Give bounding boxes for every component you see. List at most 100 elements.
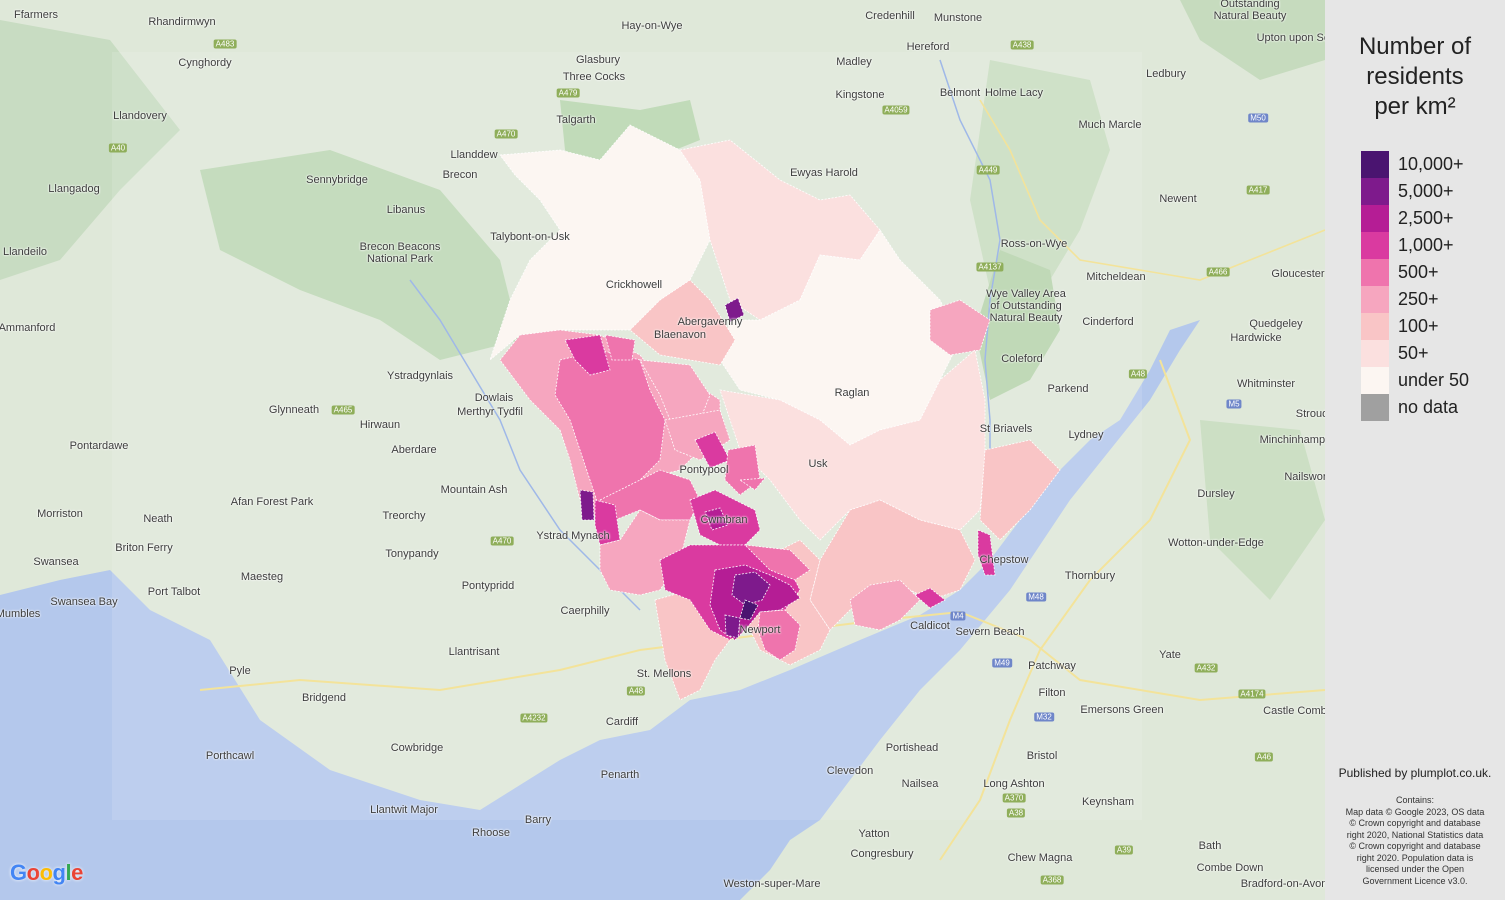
place-label: Credenhill: [865, 9, 915, 22]
place-label: Merthyr Tydfil: [457, 405, 523, 418]
legend-item: 1,000+: [1361, 232, 1469, 259]
place-label: Yatton: [858, 827, 890, 840]
place-label: Brecon Beacons National Park: [359, 240, 441, 265]
legend-label: 250+: [1398, 289, 1439, 309]
road-shield: A417: [1246, 185, 1270, 195]
road-shield: A4174: [1238, 689, 1266, 699]
map-view[interactable]: Ffarmers Rhandirmwyn Cynghordy Llandovery Ll…: [0, 0, 1325, 900]
region-5000-plus: [724, 614, 741, 639]
place-label: Briton Ferry: [115, 541, 173, 554]
legend-title-line: Number of: [1358, 33, 1472, 60]
place-label: Penarth: [600, 768, 640, 781]
place-label: Maesteg: [240, 570, 284, 583]
legend-swatch: [1361, 340, 1389, 367]
road-shield: A40: [108, 143, 128, 153]
legend-label: 10,000+: [1398, 154, 1464, 174]
road-shield: A438: [1010, 40, 1034, 50]
place-label: Munstone: [933, 11, 983, 24]
road-shield: A38: [1006, 808, 1026, 818]
place-label: Afan Forest Park: [230, 495, 314, 508]
road-shield: A48: [1128, 369, 1148, 379]
place-label: Aberdare: [391, 443, 437, 456]
region-5000-plus: [579, 489, 595, 521]
place-label: Hardwicke: [1230, 331, 1282, 344]
place-label: Emersons Green: [1080, 703, 1164, 716]
place-label: Minchinhampton: [1259, 433, 1325, 446]
google-logo-letter: e: [71, 860, 83, 885]
place-label: Talybont-on-Usk: [490, 230, 570, 243]
road-shield: M32: [1034, 712, 1054, 722]
road-shield: A370: [1002, 793, 1026, 803]
place-label: Keynsham: [1082, 795, 1134, 808]
place-label: Bridgend: [301, 691, 347, 704]
road-shield: A4137: [976, 262, 1004, 272]
place-label: Combe Down: [1196, 861, 1264, 874]
road-shield: A470: [494, 129, 518, 139]
place-label: Caldicot: [910, 619, 950, 632]
place-label: Llandovery: [113, 109, 167, 122]
place-label: Pontypridd: [461, 579, 515, 592]
place-label: Wye Valley Area of Outstanding Natural B…: [986, 287, 1066, 325]
legend-item: 5,000+: [1361, 178, 1469, 205]
legend-item: 100+: [1361, 313, 1469, 340]
place-label: Chew Magna: [1007, 851, 1073, 864]
place-label: Ewyas Harold: [790, 166, 858, 179]
place-label: Nailsea: [901, 777, 939, 790]
road-shield: A48: [626, 686, 646, 696]
legend-label: 2,500+: [1398, 208, 1454, 228]
google-logo: Google: [10, 860, 83, 886]
place-label: Belmont: [939, 86, 981, 99]
place-label: Three Cocks: [562, 70, 626, 83]
place-label: Outstanding Natural Beauty: [1213, 0, 1287, 22]
place-label: Hay-on-Wye: [621, 19, 683, 32]
road-shield: A470: [490, 536, 514, 546]
place-label: Congresbury: [850, 847, 914, 860]
place-label: Cynghordy: [178, 56, 232, 69]
road-shield: A466: [1206, 267, 1230, 277]
road-shield: M5: [1226, 399, 1242, 409]
place-label: Mumbles: [0, 607, 41, 620]
place-label: Hirwaun: [359, 418, 401, 431]
place-label: Parkend: [1047, 382, 1089, 395]
place-label: Bristol: [1026, 749, 1058, 762]
road-shield: A39: [1114, 845, 1134, 855]
legend-item: 50+: [1361, 340, 1469, 367]
google-logo-letter: o: [26, 860, 40, 885]
legend-label: no data: [1398, 397, 1459, 417]
legend-swatch: [1361, 367, 1389, 394]
legend-label: 50+: [1398, 343, 1429, 363]
legend-item: 250+: [1361, 286, 1469, 313]
place-label: Thornbury: [1064, 569, 1116, 582]
legend-label: under 50: [1398, 370, 1470, 390]
place-label: Pyle: [229, 664, 251, 677]
place-label: Stroud: [1295, 407, 1325, 420]
place-label: Abergavenny: [677, 315, 743, 328]
place-label: Llangadog: [48, 182, 100, 195]
legend-label: 1,000+: [1398, 235, 1454, 255]
place-label: Ystradgynlais: [386, 369, 454, 382]
place-label: Ammanford: [0, 321, 56, 334]
place-label: Wotton-under-Edge: [1168, 536, 1264, 549]
road-shield: M48: [1026, 592, 1046, 602]
google-logo-letter: g: [52, 860, 66, 885]
legend-swatch: [1361, 232, 1389, 259]
attribution: Contains: Map data © Google 2023, OS data…: [1329, 795, 1501, 887]
legend: 10,000+ 5,000+ 2,500+ 1,000+ 500+ 250+ 100+ 50+…: [1361, 151, 1469, 421]
map-base: [0, 0, 1325, 900]
legend-title-line: per km²: [1374, 93, 1456, 120]
place-label: Morriston: [37, 507, 83, 520]
legend-label: 100+: [1398, 316, 1439, 336]
place-label: Mitcheldean: [1086, 270, 1146, 283]
place-label: Gloucester: [1271, 267, 1325, 280]
published-by: Published by plumplot.co.uk.: [1338, 766, 1492, 780]
place-label: Newport: [739, 623, 781, 636]
legend-item: no data: [1361, 394, 1469, 421]
place-label: Much Marcle: [1078, 118, 1142, 131]
place-label: Port Talbot: [147, 585, 201, 598]
place-label: Ledbury: [1146, 67, 1186, 80]
place-label: Swansea Bay: [50, 595, 118, 608]
place-label: Nailsworth: [1284, 470, 1325, 483]
attribution-line: right 2020. Population data is: [1356, 852, 1474, 863]
place-label: Ross-on-Wye: [1000, 237, 1068, 250]
attribution-line: right 2020, National Statistics data: [1346, 829, 1484, 840]
